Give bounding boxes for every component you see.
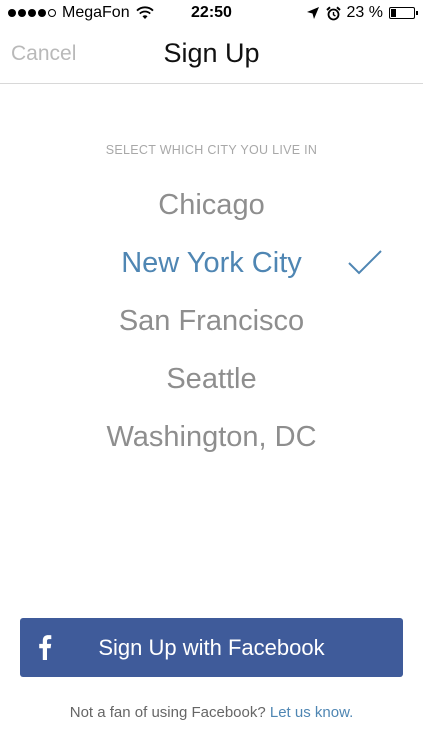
footer: Not a fan of using Facebook? Let us know…: [0, 704, 423, 721]
city-option[interactable]: San Francisco: [0, 292, 423, 350]
let-us-know-link[interactable]: Let us know.: [270, 704, 353, 721]
city-option-label: Chicago: [158, 189, 265, 221]
city-option-label: San Francisco: [118, 305, 305, 337]
city-option[interactable]: New York City: [0, 234, 423, 292]
city-option[interactable]: Chicago: [0, 176, 423, 234]
page-title: Sign Up: [163, 38, 260, 68]
battery-icon: [389, 7, 418, 19]
footer-text: Not a fan of using Facebook?: [69, 704, 270, 721]
alarm-icon: [325, 6, 341, 20]
status-right: 23 %: [306, 4, 418, 22]
city-option[interactable]: Seattle: [0, 350, 423, 408]
city-option-label: Seattle: [166, 363, 257, 395]
status-bar: MegaFon 22:50 23 %: [0, 0, 423, 28]
sign-up-screen: MegaFon 22:50 23 % Cancel Sign Up SELECT…: [0, 0, 423, 750]
city-picker-header: SELECT WHICH CITY YOU LIVE IN: [105, 143, 318, 157]
battery-percent: 23 %: [346, 4, 383, 21]
navigation-bar: Cancel Sign Up: [0, 28, 423, 84]
city-option-label: New York City: [121, 247, 302, 279]
sign-up-with-facebook-button[interactable]: Sign Up with Facebook: [20, 618, 403, 677]
checkmark-icon: [348, 250, 382, 275]
city-option[interactable]: Washington, DC: [0, 408, 423, 466]
city-option-label: Washington, DC: [106, 421, 317, 453]
location-arrow-icon: [306, 7, 319, 19]
battery-level: [391, 9, 396, 17]
facebook-button-label: Sign Up with Facebook: [98, 635, 325, 660]
city-list: Chicago New York City San Francisco Seattle…: [0, 176, 423, 466]
battery-tip: [416, 11, 418, 15]
